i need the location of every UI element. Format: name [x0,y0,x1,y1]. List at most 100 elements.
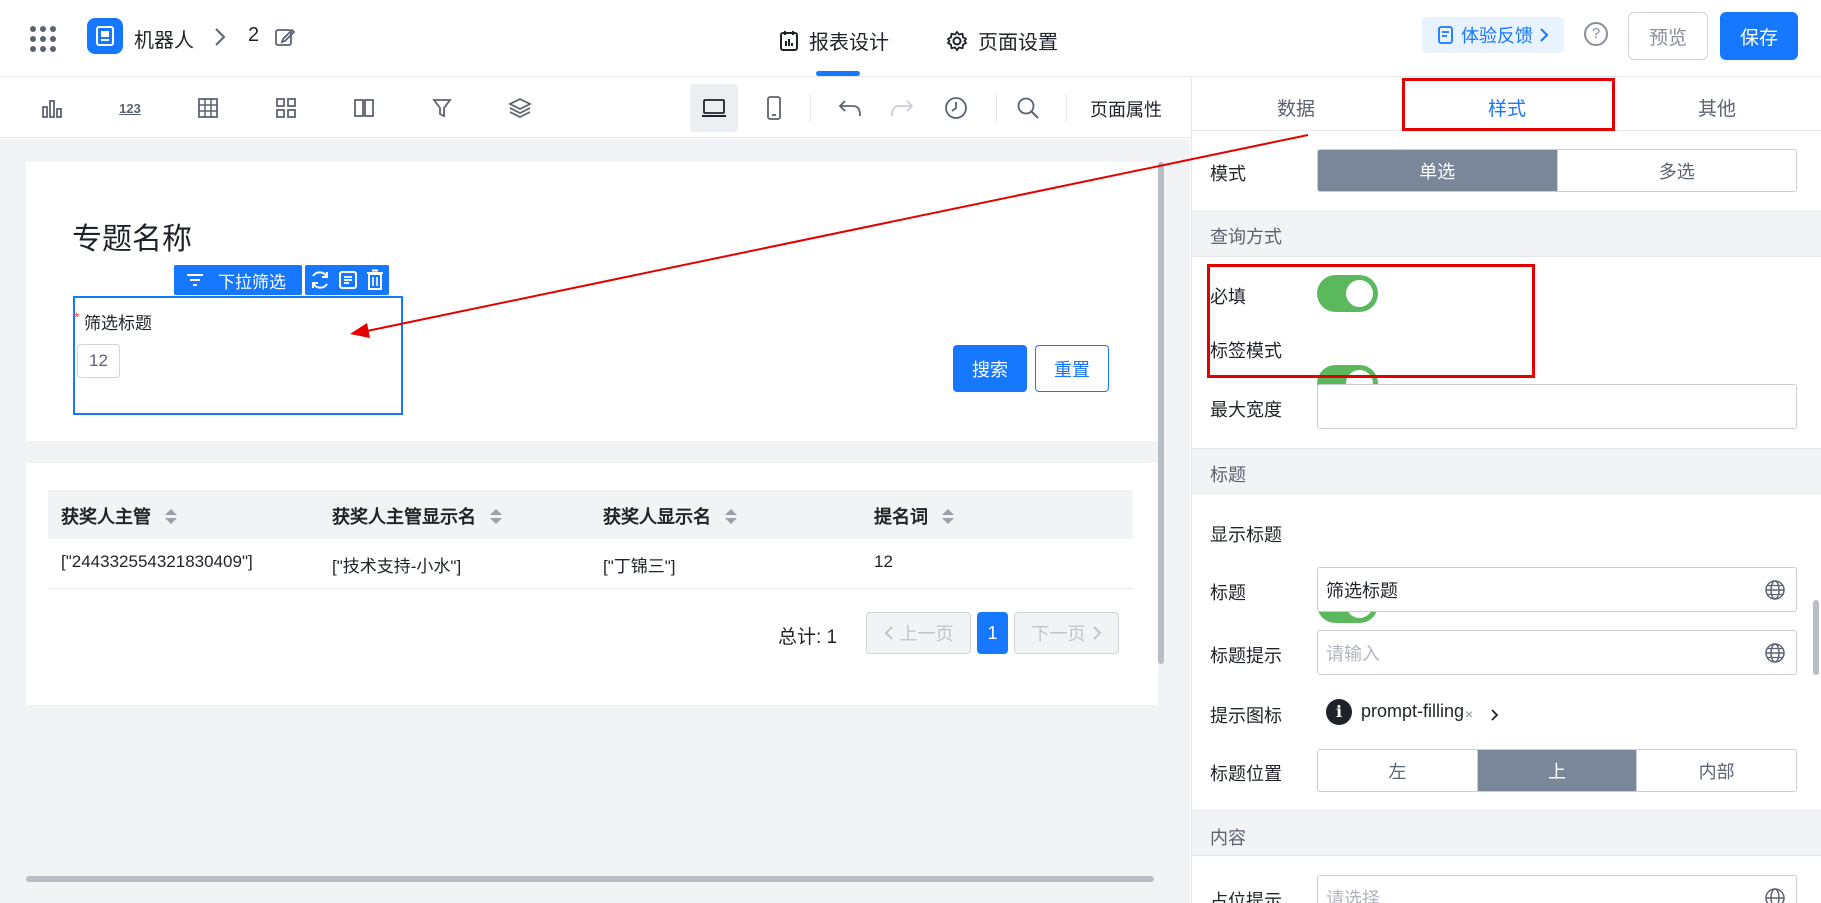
column-header[interactable]: 获奖人主管显示名 [332,503,502,529]
search-button[interactable]: 搜索 [953,345,1027,392]
total-count: 总计: 1 [778,627,838,648]
feedback-label: 体验反馈 [1461,26,1533,46]
section-title-query: 查询方式 [1210,227,1282,247]
clear-icon[interactable]: × [1465,706,1473,722]
title-input[interactable]: 筛选标题 [1317,567,1797,612]
tab-other[interactable]: 其他 [1698,94,1736,121]
placeholder-label: 占位提示 [1210,891,1282,903]
breadcrumb-page[interactable]: 2 [248,24,259,47]
column-header[interactable]: 获奖人主管 [61,503,177,529]
sort-icon[interactable] [490,508,502,524]
chevron-right-icon [213,27,227,52]
filter-widget-toolbar: 下拉筛选 [174,265,389,295]
title-position-top[interactable]: 上 [1477,750,1638,791]
reset-button[interactable]: 重置 [1035,345,1109,392]
page-title[interactable]: 专题名称 [72,214,192,258]
page-number-current[interactable]: 1 [977,612,1008,654]
save-button[interactable]: 保存 [1720,12,1798,60]
tab-data[interactable]: 数据 [1277,94,1315,121]
title-position-label: 标题位置 [1210,764,1282,784]
globe-icon[interactable] [1764,642,1786,664]
globe-icon[interactable] [1764,579,1786,601]
tab-page-settings[interactable]: 页面设置 [946,26,1058,55]
title-position-left[interactable]: 左 [1318,750,1478,791]
table-header [48,490,1133,539]
tab-report-design[interactable]: 报表设计 [779,26,889,55]
filter-lines-icon [187,274,203,286]
max-width-input[interactable] [1317,384,1797,429]
tab-page-settings-label: 页面设置 [978,32,1058,54]
annotation-box-style-tab [1402,78,1615,131]
globe-icon[interactable] [1764,887,1786,903]
toolbar-divider [996,94,997,122]
copy-icon[interactable] [337,269,359,291]
breadcrumb-app[interactable]: 机器人 [134,24,194,53]
refresh-icon[interactable] [309,269,331,291]
toolbar-divider [810,94,811,122]
mobile-icon[interactable] [758,92,790,124]
annotation-box-toggles [1207,264,1535,378]
grid-icon[interactable] [270,92,302,124]
chevron-right-icon [1540,28,1549,42]
table-cell: 12 [874,552,893,571]
canvas-horizontal-scrollbar[interactable] [26,876,1154,882]
chevron-right-icon [1092,626,1101,640]
search-icon[interactable] [1012,92,1044,124]
number-icon[interactable]: 123 [114,92,146,124]
sort-icon[interactable] [165,508,177,524]
placeholder-input-value: 请选择 [1326,888,1380,903]
title-input-value: 筛选标题 [1326,580,1398,601]
column-header[interactable]: 获奖人显示名 [603,503,737,529]
active-tab-indicator [816,71,860,76]
placeholder-input[interactable]: 请选择 [1317,875,1797,903]
filter-widget-actions [305,265,389,295]
preview-button[interactable]: 预览 [1628,12,1708,60]
filter-widget-tag[interactable]: 下拉筛选 [174,265,302,295]
section-title-title: 标题 [1210,465,1246,485]
chevron-right-icon[interactable] [1490,707,1500,728]
row-divider [48,588,1133,589]
trash-icon[interactable] [365,269,385,291]
filter-icon[interactable] [426,92,458,124]
max-width-label: 最大宽度 [1210,400,1282,420]
edit-icon[interactable] [274,26,296,53]
mode-option-single[interactable]: 单选 [1318,150,1558,191]
title-hint-input[interactable]: 请输入 [1317,630,1797,675]
filter-value-tag[interactable]: 12 [77,344,120,378]
history-icon[interactable] [940,92,972,124]
sort-icon[interactable] [725,508,737,524]
tab-report-design-label: 报表设计 [809,32,889,54]
next-page-button[interactable]: 下一页 [1014,612,1119,654]
panel-scrollbar[interactable] [1813,600,1819,675]
column-header-label: 获奖人主管显示名 [332,507,476,527]
gear-icon [946,30,968,51]
chevron-left-icon [884,626,893,640]
canvas-vertical-scrollbar[interactable] [1158,162,1164,664]
table-icon[interactable] [192,92,224,124]
next-page-label: 下一页 [1031,624,1086,644]
columns-icon[interactable] [348,92,380,124]
hint-icon-value: prompt-filling [1361,701,1465,721]
bar-chart-icon[interactable] [36,92,68,124]
column-header-label: 提名词 [874,507,928,527]
title-position-inside[interactable]: 内部 [1637,750,1796,791]
hint-icon-label: 提示图标 [1210,706,1282,726]
feedback-button[interactable]: 体验反馈 [1422,17,1564,53]
sort-icon[interactable] [942,508,954,524]
filter-title: * 筛选标题 [74,309,152,334]
table-cell: ["技术支持-小水"] [332,557,462,576]
desktop-icon[interactable] [698,92,730,124]
column-header[interactable]: 提名词 [874,503,954,529]
prev-page-label: 上一页 [899,624,954,644]
mode-option-multi[interactable]: 多选 [1558,150,1797,191]
apps-grid-icon[interactable] [30,26,56,52]
show-title-label: 显示标题 [1210,525,1282,545]
prev-page-button[interactable]: 上一页 [866,612,971,654]
undo-icon[interactable] [834,92,866,124]
filter-title-text: 筛选标题 [84,314,152,333]
layers-icon[interactable] [504,92,536,124]
help-icon[interactable]: ? [1584,22,1608,46]
page-properties-button[interactable]: 页面属性 [1090,96,1162,122]
redo-icon[interactable] [886,92,918,124]
column-header-label: 获奖人显示名 [603,507,711,527]
